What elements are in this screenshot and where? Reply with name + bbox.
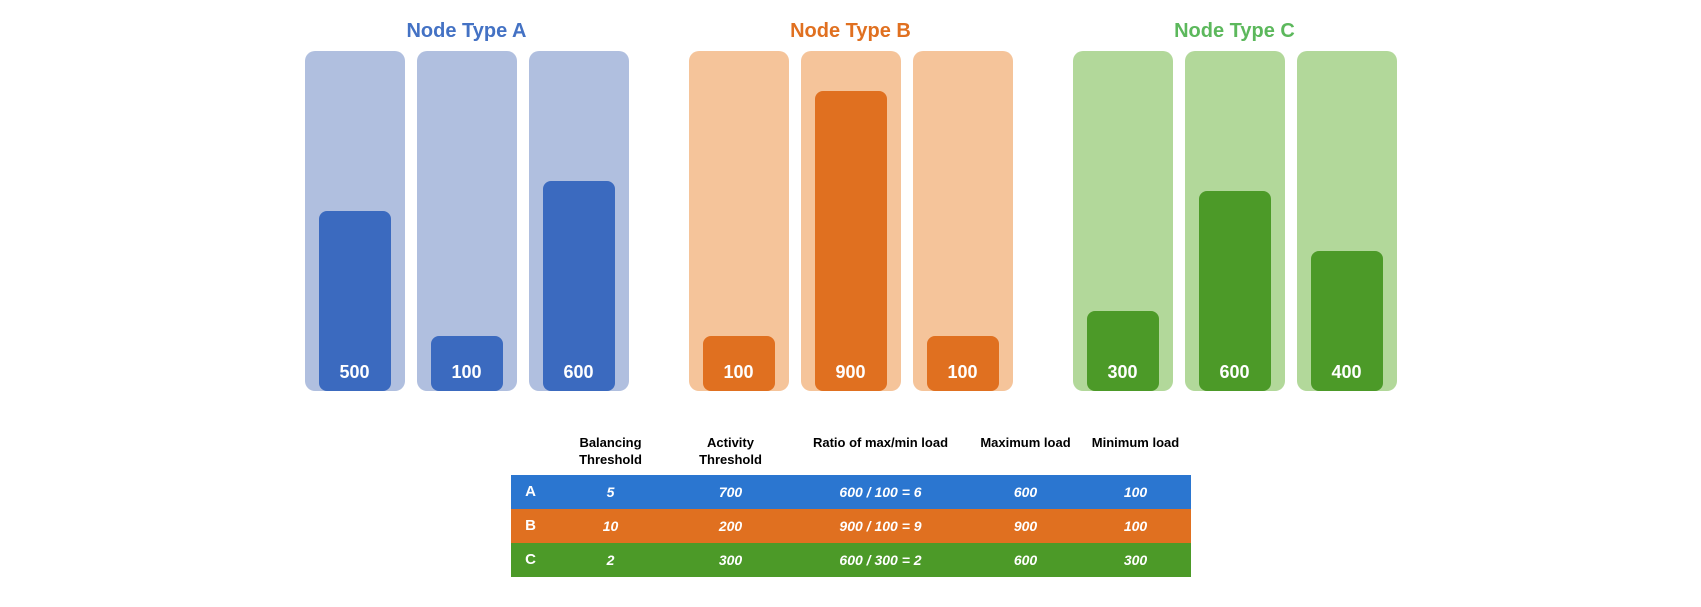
table-row-a: A 5 700 600 / 100 = 6 600 100	[511, 475, 1191, 509]
bar-a1-outer: 500	[305, 51, 405, 391]
row-b-min: 100	[1081, 509, 1191, 543]
bar-b1-label: 100	[723, 362, 753, 383]
node-type-a-title: Node Type A	[406, 20, 526, 43]
chart-section: Node Type A 500 100	[305, 20, 1397, 391]
table-section: Balancing Threshold Activity Threshold R…	[511, 431, 1191, 577]
row-c-bt: 2	[551, 543, 671, 577]
table-header: Balancing Threshold Activity Threshold R…	[511, 431, 1191, 473]
row-c-label: C	[511, 543, 551, 577]
bar-c2: 600	[1185, 51, 1285, 391]
node-a-bars: 500 100 600	[305, 51, 629, 391]
row-b-label: B	[511, 509, 551, 543]
row-b-max: 900	[971, 509, 1081, 543]
row-b-bt: 10	[551, 509, 671, 543]
bar-c1-outer: 300	[1073, 51, 1173, 391]
bar-a1-label: 500	[339, 362, 369, 383]
bar-b2: 900	[801, 51, 901, 391]
bar-a2-inner: 100	[431, 336, 503, 391]
header-balancing-threshold: Balancing Threshold	[551, 431, 671, 473]
bar-b2-label: 900	[835, 362, 865, 383]
header-spacer	[511, 431, 551, 473]
bar-a2: 100	[417, 51, 517, 391]
bar-c3: 400	[1297, 51, 1397, 391]
node-b-bars: 100 900 100	[689, 51, 1013, 391]
data-table: Balancing Threshold Activity Threshold R…	[511, 431, 1191, 577]
table-row-b: B 10 200 900 / 100 = 9 900 100	[511, 509, 1191, 543]
bar-b1-inner: 100	[703, 336, 775, 391]
bar-a1: 500	[305, 51, 405, 391]
row-c-max: 600	[971, 543, 1081, 577]
bar-b2-outer: 900	[801, 51, 901, 391]
bar-a1-inner: 500	[319, 211, 391, 391]
bar-b3-outer: 100	[913, 51, 1013, 391]
bar-c2-inner: 600	[1199, 191, 1271, 391]
bar-b1: 100	[689, 51, 789, 391]
node-c-bars: 300 600 400	[1073, 51, 1397, 391]
row-c-at: 300	[671, 543, 791, 577]
bar-a3-inner: 600	[543, 181, 615, 391]
bar-c1-label: 300	[1107, 362, 1137, 383]
row-a-label: A	[511, 475, 551, 509]
header-max-load: Maximum load	[971, 431, 1081, 473]
row-b-ratio: 900 / 100 = 9	[791, 509, 971, 543]
bar-b1-outer: 100	[689, 51, 789, 391]
row-c-ratio: 600 / 300 = 2	[791, 543, 971, 577]
node-type-c-title: Node Type C	[1174, 20, 1295, 43]
header-ratio: Ratio of max/min load	[791, 431, 971, 473]
bar-a3-outer: 600	[529, 51, 629, 391]
bar-b3-label: 100	[947, 362, 977, 383]
bar-c3-outer: 400	[1297, 51, 1397, 391]
bar-c2-outer: 600	[1185, 51, 1285, 391]
bar-c3-label: 400	[1331, 362, 1361, 383]
node-group-b: Node Type B 100 900	[689, 20, 1013, 391]
bar-c2-label: 600	[1219, 362, 1249, 383]
bar-a2-outer: 100	[417, 51, 517, 391]
header-min-load: Minimum load	[1081, 431, 1191, 473]
bar-a3: 600	[529, 51, 629, 391]
bar-a2-label: 100	[451, 362, 481, 383]
bar-c1-inner: 300	[1087, 311, 1159, 391]
node-type-b-title: Node Type B	[790, 20, 911, 43]
row-b-at: 200	[671, 509, 791, 543]
row-a-min: 100	[1081, 475, 1191, 509]
node-group-c: Node Type C 300 600	[1073, 20, 1397, 391]
row-a-max: 600	[971, 475, 1081, 509]
header-activity-threshold: Activity Threshold	[671, 431, 791, 473]
bar-a3-label: 600	[563, 362, 593, 383]
row-a-ratio: 600 / 100 = 6	[791, 475, 971, 509]
row-a-at: 700	[671, 475, 791, 509]
node-group-a: Node Type A 500 100	[305, 20, 629, 391]
bar-b3-inner: 100	[927, 336, 999, 391]
row-a-bt: 5	[551, 475, 671, 509]
main-container: Node Type A 500 100	[0, 0, 1701, 587]
bar-b3: 100	[913, 51, 1013, 391]
bar-b2-inner: 900	[815, 91, 887, 391]
bar-c3-inner: 400	[1311, 251, 1383, 391]
bar-c1: 300	[1073, 51, 1173, 391]
row-c-min: 300	[1081, 543, 1191, 577]
table-row-c: C 2 300 600 / 300 = 2 600 300	[511, 543, 1191, 577]
